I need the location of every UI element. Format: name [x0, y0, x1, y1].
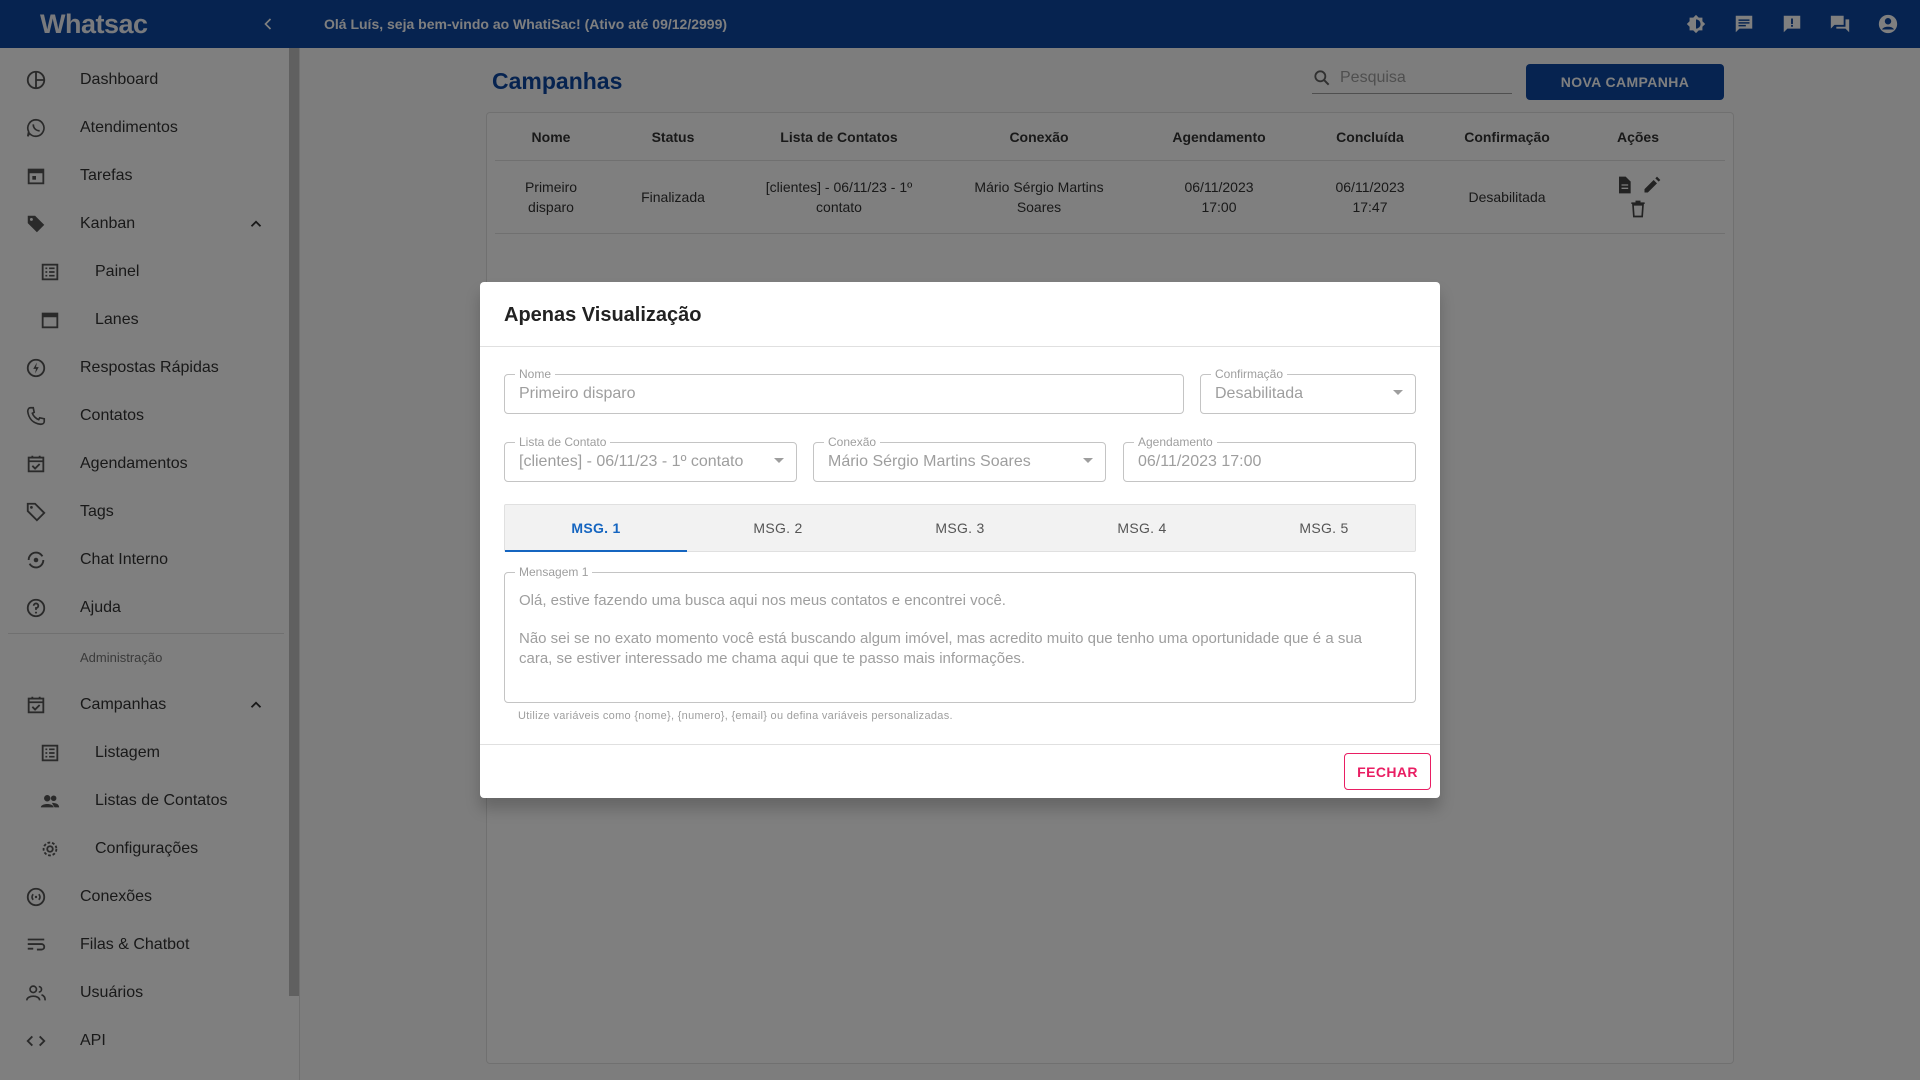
message-line-1: Olá, estive fazendo uma busca aqui nos m…	[519, 592, 1006, 609]
dialog-title: Apenas Visualização	[504, 304, 702, 326]
message-text: Olá, estive fazendo uma busca aqui nos m…	[519, 591, 1399, 687]
message-textarea[interactable]: Mensagem 1 Olá, estive fazendo uma busca…	[504, 565, 1416, 703]
tab-msg-2[interactable]: MSG. 2	[687, 505, 869, 551]
tab-msg-3[interactable]: MSG. 3	[869, 505, 1051, 551]
dropdown-arrow-icon	[774, 458, 784, 463]
agendamento-field[interactable]: Agendamento 06/11/2023 17:00	[1123, 435, 1416, 482]
nome-field[interactable]: Nome Primeiro disparo	[504, 367, 1184, 414]
tab-msg-4[interactable]: MSG. 4	[1051, 505, 1233, 551]
conexao-select[interactable]: Conexão Mário Sérgio Martins Soares	[813, 435, 1106, 482]
confirmacao-value: Desabilitada	[1215, 385, 1304, 402]
confirmacao-select[interactable]: Confirmação Desabilitada	[1200, 367, 1416, 414]
confirmacao-label: Confirmação	[1211, 367, 1288, 381]
campaign-view-dialog: Apenas Visualização Nome Primeiro dispar…	[480, 282, 1440, 798]
nome-label: Nome	[515, 367, 556, 381]
agendamento-value: 06/11/2023 17:00	[1138, 453, 1262, 470]
dialog-divider	[480, 346, 1440, 347]
tab-msg-5[interactable]: MSG. 5	[1233, 505, 1415, 551]
dialog-actions-divider	[480, 744, 1440, 745]
variables-helper-text: Utilize variáveis como {nome}, {numero},…	[518, 710, 953, 722]
nome-value: Primeiro disparo	[519, 385, 636, 402]
conexao-value: Mário Sérgio Martins Soares	[828, 453, 1031, 470]
message-label: Mensagem 1	[515, 565, 593, 579]
message-line-2: Não sei se no exato momento você está bu…	[519, 630, 1363, 667]
dropdown-arrow-icon	[1083, 458, 1093, 463]
conexao-label: Conexão	[824, 435, 881, 449]
dropdown-arrow-icon	[1393, 390, 1403, 395]
close-button[interactable]: FECHAR	[1344, 753, 1431, 790]
lista-label: Lista de Contato	[515, 435, 611, 449]
agendamento-label: Agendamento	[1134, 435, 1217, 449]
tab-msg-1[interactable]: MSG. 1	[505, 505, 687, 552]
lista-value: [clientes] - 06/11/23 - 1º contato	[519, 453, 744, 470]
lista-select[interactable]: Lista de Contato [clientes] - 06/11/23 -…	[504, 435, 797, 482]
message-tabs: MSG. 1 MSG. 2 MSG. 3 MSG. 4 MSG. 5	[504, 504, 1416, 552]
